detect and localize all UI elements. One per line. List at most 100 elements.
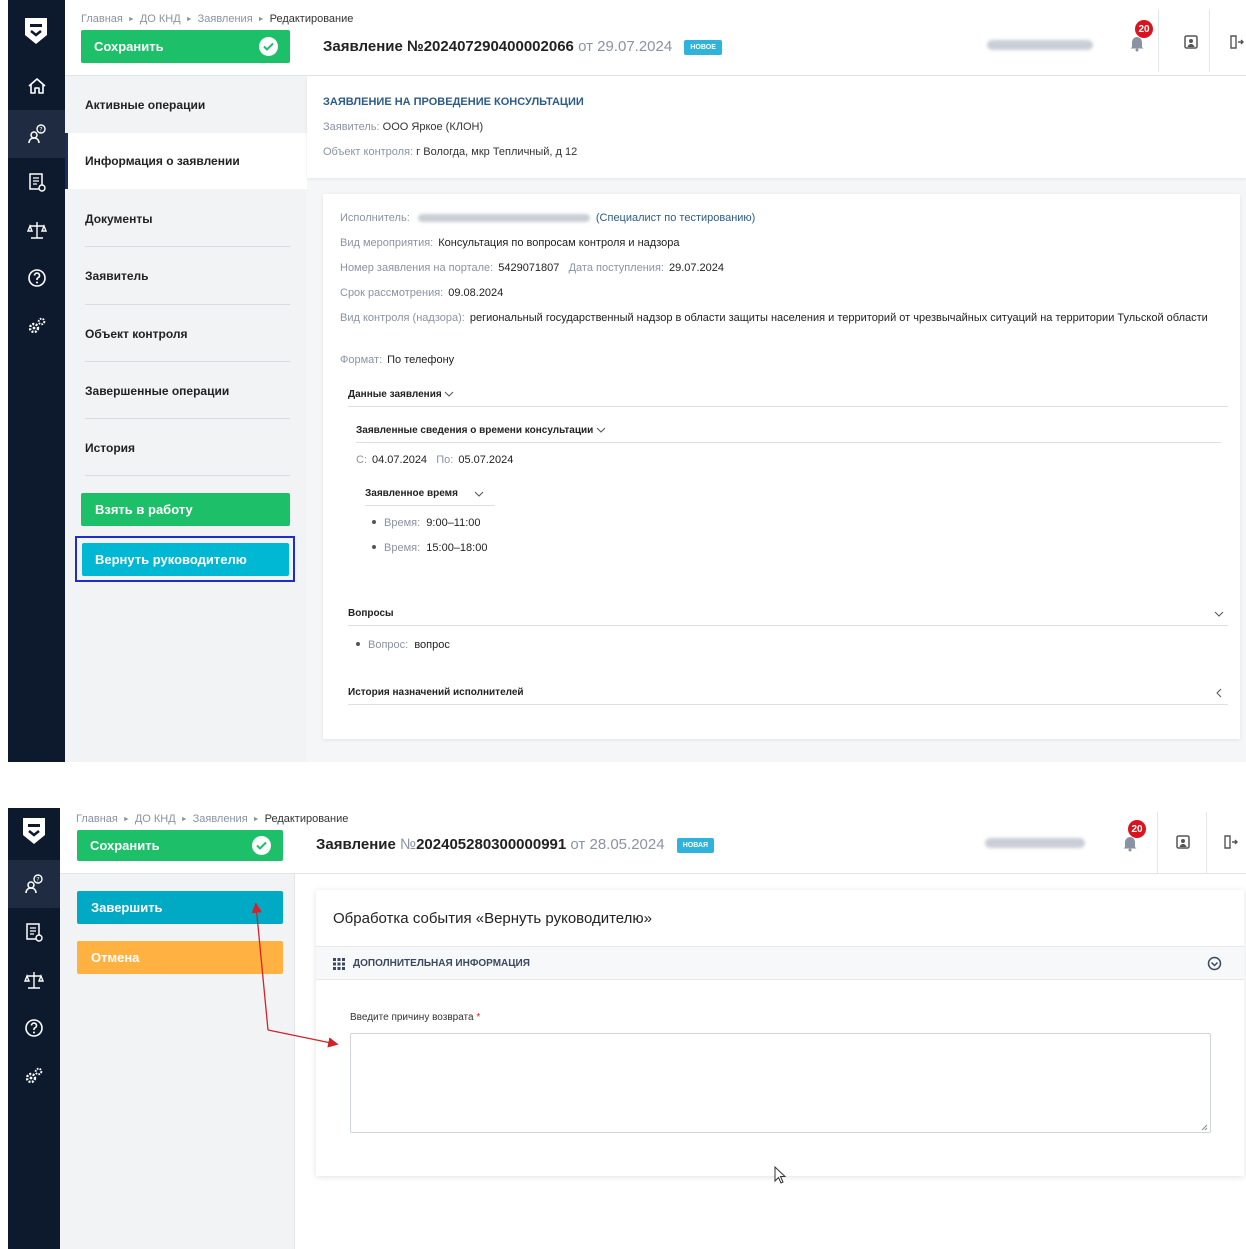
- save-button[interactable]: Сохранить: [81, 30, 290, 63]
- sidebar-item-application-info[interactable]: Информация о заявлении: [65, 133, 307, 189]
- bell-icon[interactable]: 20: [1128, 20, 1153, 52]
- return-to-manager-button[interactable]: Вернуть руководителю: [82, 543, 289, 576]
- chevron-circle-down-icon[interactable]: [1207, 956, 1222, 971]
- nav-rail: ?: [8, 808, 60, 1249]
- home-icon[interactable]: [8, 62, 65, 110]
- profile-icon[interactable]: [1175, 834, 1191, 850]
- sidebar-item-applicant[interactable]: Заявитель: [65, 248, 307, 304]
- breadcrumb-home[interactable]: Главная: [76, 813, 118, 825]
- nav-rail: ?: [8, 0, 65, 762]
- applicant-label: Заявитель:: [323, 121, 380, 133]
- event-title: Обработка события «Вернуть руководителю»: [333, 910, 652, 927]
- section-executor-history[interactable]: История назначений исполнителей: [348, 687, 524, 698]
- chevron-down-icon[interactable]: [1214, 609, 1224, 619]
- bullet-icon: [372, 520, 376, 524]
- extra-info-title: ДОПОЛНИТЕЛЬНАЯ ИНФОРМАЦИЯ: [353, 958, 530, 969]
- sidebar-item-control-object[interactable]: Объект контроля: [65, 306, 307, 362]
- finish-button[interactable]: Завершить: [77, 891, 283, 924]
- control-object-value: г Вологда, мкр Тепличный, д 12: [416, 146, 578, 158]
- consultation-icon[interactable]: ?: [8, 110, 65, 158]
- documents-icon[interactable]: [8, 908, 60, 956]
- sidebar-item-label: Заявитель: [85, 269, 149, 283]
- help-icon[interactable]: [8, 254, 65, 302]
- reason-label: Введите причину возврата *: [350, 1012, 480, 1023]
- sidebar-item-history[interactable]: История: [65, 420, 307, 476]
- title-prefix: Заявление: [323, 38, 403, 55]
- chevron-down-icon[interactable]: [474, 489, 484, 499]
- take-to-work-button[interactable]: Взять в работу: [81, 493, 290, 526]
- section-declared-time[interactable]: Заявленное время: [365, 488, 458, 499]
- save-button[interactable]: Сохранить: [77, 830, 283, 861]
- logout-icon[interactable]: [1228, 34, 1244, 50]
- chevron-left-icon[interactable]: [1214, 688, 1224, 698]
- divider: [85, 418, 290, 419]
- title-date: 29.07.2024: [597, 38, 673, 55]
- divider: [85, 246, 290, 247]
- sidebar-item-label: Информация о заявлении: [85, 154, 240, 168]
- screenshot-application-info: ? Главная ► ДО КНД ► Заявления ► Редактировани…: [8, 0, 1246, 762]
- breadcrumb-dokn[interactable]: ДО КНД: [140, 13, 181, 25]
- user-name[interactable]: [985, 838, 1085, 848]
- consultation-icon[interactable]: ?: [8, 860, 60, 908]
- documents-icon[interactable]: [8, 158, 65, 206]
- section-title: Данные заявления: [348, 389, 442, 400]
- settings-icon[interactable]: [8, 1052, 60, 1100]
- breadcrumb-current: Редактирование: [269, 13, 354, 25]
- application-header-card: ЗАЯВЛЕНИЕ НА ПРОВЕДЕНИЕ КОНСУЛЬТАЦИИ Зая…: [307, 76, 1246, 178]
- breadcrumb-home[interactable]: Главная: [81, 13, 123, 25]
- time-label: Время:: [384, 542, 421, 554]
- scales-icon[interactable]: [8, 206, 65, 254]
- scales-icon[interactable]: [8, 956, 60, 1004]
- profile-icon[interactable]: [1183, 34, 1199, 50]
- bell-icon[interactable]: 20: [1121, 820, 1146, 852]
- svg-text:?: ?: [36, 876, 39, 883]
- main-content: ЗАЯВЛЕНИЕ НА ПРОВЕДЕНИЕ КОНСУЛЬТАЦИИ Зая…: [307, 76, 1246, 762]
- control-object-label: Объект контроля:: [323, 146, 414, 158]
- top-bar: Главная ► ДО КНД ► Заявления ► Редактирование …: [65, 0, 1246, 76]
- reason-textarea[interactable]: [350, 1033, 1211, 1133]
- check-icon: [252, 836, 271, 855]
- extra-info-accordion[interactable]: ДОПОЛНИТЕЛЬНАЯ ИНФОРМАЦИЯ: [316, 946, 1244, 980]
- section-questions[interactable]: Вопросы: [348, 608, 394, 619]
- resize-handle-icon[interactable]: [1201, 1124, 1208, 1131]
- cancel-button[interactable]: Отмена: [77, 941, 283, 974]
- section-time-info[interactable]: Заявленные сведения о времени консультац…: [356, 425, 606, 436]
- grid-icon: [333, 958, 345, 970]
- event-type-label: Вид мероприятия:: [340, 237, 434, 249]
- divider: [356, 442, 1221, 443]
- screenshot-return-to-manager: ? Главная ► ДО КНД ► Заявления ► Редактировани…: [8, 808, 1246, 1249]
- divider: [85, 475, 290, 476]
- help-icon[interactable]: [8, 1004, 60, 1052]
- sidebar-item-completed-operations[interactable]: Завершенные операции: [65, 363, 307, 419]
- sidebar-item-active-operations[interactable]: Активные операции: [65, 77, 307, 133]
- executor-row: Исполнитель: (Специалист по тестированию…: [340, 210, 1226, 226]
- sidebar: Активные операции Информация о заявлении…: [65, 76, 307, 762]
- question-item: Вопрос: вопрос: [356, 639, 450, 651]
- applicant-value: ООО Яркое (КЛОН): [382, 121, 484, 133]
- cursor-icon: [774, 1166, 787, 1184]
- format-label: Формат:: [340, 354, 383, 366]
- sidebar-item-documents[interactable]: Документы: [65, 191, 307, 247]
- sidebar-item-label: Активные операции: [85, 98, 206, 112]
- deadline-value: 09.08.2024: [448, 287, 504, 299]
- deadline-label: Срок рассмотрения:: [340, 287, 444, 299]
- save-button-label: Сохранить: [90, 838, 160, 853]
- time-slot: Время: 15:00–18:00: [372, 542, 487, 554]
- breadcrumb-applications[interactable]: Заявления: [198, 13, 253, 25]
- divider: [348, 406, 1228, 407]
- user-name[interactable]: [987, 40, 1093, 50]
- question-label: Вопрос:: [368, 639, 409, 651]
- divider: [365, 505, 495, 506]
- time-label: Время:: [384, 517, 421, 529]
- control-type-value: региональный государственный надзор в об…: [469, 312, 1208, 324]
- notification-count: 20: [1128, 820, 1146, 838]
- title-prefix: Заявление: [316, 836, 396, 853]
- breadcrumb-applications[interactable]: Заявления: [193, 813, 248, 825]
- breadcrumb-dokn[interactable]: ДО КНД: [135, 813, 176, 825]
- settings-icon[interactable]: [8, 302, 65, 350]
- date-range-row: С: 04.07.2024 По: 05.07.2024: [356, 452, 1226, 468]
- time-value: 9:00–11:00: [426, 517, 481, 529]
- section-application-data[interactable]: Данные заявления: [348, 389, 454, 400]
- received-value: 29.07.2024: [668, 262, 725, 274]
- logout-icon[interactable]: [1222, 834, 1238, 850]
